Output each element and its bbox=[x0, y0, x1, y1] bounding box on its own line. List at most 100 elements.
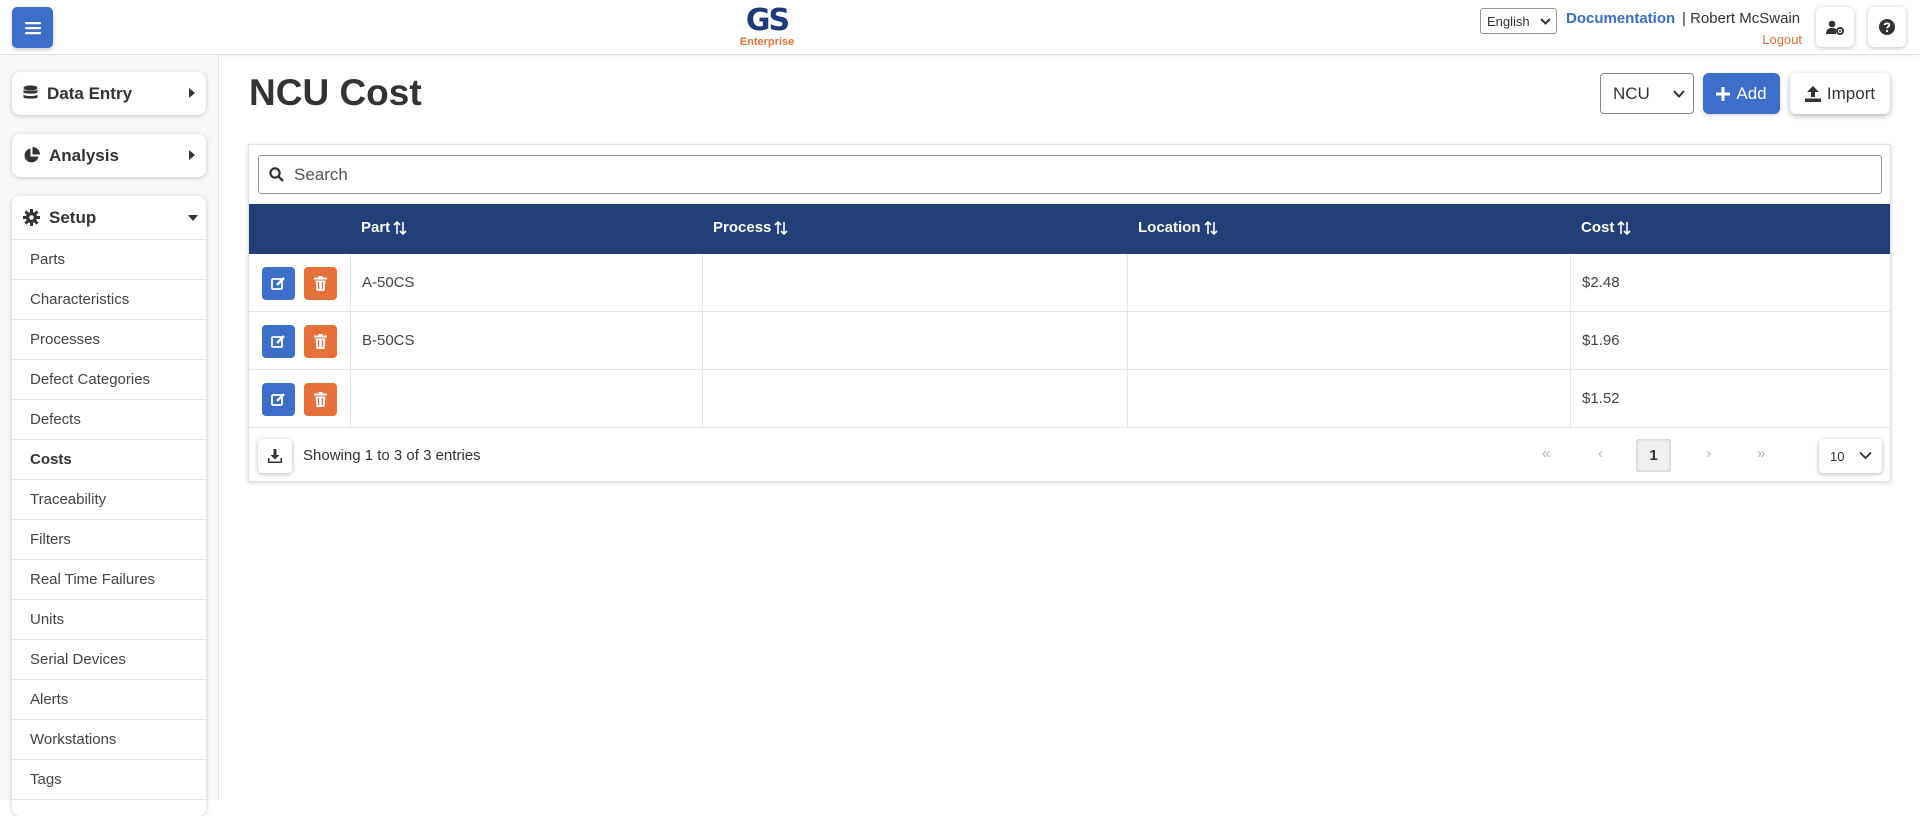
caret-right-icon bbox=[189, 150, 195, 160]
edit-icon bbox=[271, 393, 285, 406]
sidebar-item-processes[interactable]: Processes bbox=[12, 320, 206, 360]
sidebar-item-filters[interactable]: Filters bbox=[12, 520, 206, 560]
costs-table-card: Search Part Process Location Cost A-50CS bbox=[248, 144, 1891, 482]
sort-icon bbox=[1617, 220, 1631, 235]
edit-button[interactable] bbox=[262, 383, 295, 416]
user-info: | Robert McSwain bbox=[1682, 10, 1800, 27]
caret-down-icon bbox=[188, 215, 198, 221]
sidebar-item-alerts[interactable]: Alerts bbox=[12, 680, 206, 720]
edit-button[interactable] bbox=[262, 267, 295, 300]
sidebar-group-setup: Setup Parts Characteristics Processes De… bbox=[12, 196, 206, 816]
menu-toggle-button[interactable] bbox=[12, 7, 53, 48]
page-title: NCU Cost bbox=[249, 72, 422, 113]
sidebar-header-analysis[interactable]: Analysis bbox=[12, 134, 206, 177]
sidebar-item-units[interactable]: Units bbox=[12, 600, 206, 640]
import-button[interactable]: Import bbox=[1790, 73, 1890, 114]
entries-info: Showing 1 to 3 of 3 entries bbox=[303, 447, 481, 464]
help-button[interactable] bbox=[1868, 7, 1906, 47]
delete-button[interactable] bbox=[304, 383, 337, 416]
first-page-button[interactable]: « bbox=[1542, 445, 1550, 462]
table-row: B-50CS $1.96 bbox=[249, 312, 1890, 370]
edit-button[interactable] bbox=[262, 325, 295, 358]
sidebar-label-analysis: Analysis bbox=[49, 145, 119, 165]
user-gear-icon bbox=[1826, 20, 1844, 35]
type-select[interactable]: NCU bbox=[1600, 73, 1694, 114]
chevron-down-icon bbox=[1540, 18, 1551, 25]
user-name: Robert McSwain bbox=[1690, 10, 1801, 27]
sort-icon bbox=[1203, 220, 1218, 235]
type-select-value: NCU bbox=[1613, 83, 1650, 103]
language-select[interactable]: English bbox=[1480, 8, 1557, 34]
sidebar-item-traceability[interactable]: Traceability bbox=[12, 480, 206, 520]
sidebar-item-costs[interactable]: Costs bbox=[12, 440, 206, 480]
sidebar-header-data-entry[interactable]: Data Entry bbox=[12, 72, 206, 115]
upload-icon bbox=[1804, 85, 1821, 102]
sidebar-item-serial-devices[interactable]: Serial Devices bbox=[12, 640, 206, 680]
sidebar-item-characteristics[interactable]: Characteristics bbox=[12, 280, 206, 320]
current-page-button[interactable]: 1 bbox=[1636, 439, 1671, 472]
top-bar: GS Enterprise English Documentation | Ro… bbox=[0, 0, 1920, 55]
search-input[interactable]: Search bbox=[258, 155, 1882, 194]
chevron-down-icon bbox=[1673, 90, 1685, 98]
prev-page-button[interactable]: ‹ bbox=[1598, 445, 1603, 462]
sidebar-item-defect-categories[interactable]: Defect Categories bbox=[12, 360, 206, 400]
sidebar-label-data-entry: Data Entry bbox=[47, 83, 133, 103]
table-header: Part Process Location Cost bbox=[249, 204, 1890, 254]
last-page-button[interactable]: » bbox=[1757, 445, 1765, 462]
sidebar-item-parts[interactable]: Parts bbox=[12, 240, 206, 280]
language-value: English bbox=[1487, 13, 1530, 29]
sidebar: Data Entry Analysis Setup Parts Characte… bbox=[0, 55, 219, 816]
sidebar-label-setup: Setup bbox=[49, 207, 97, 227]
sidebar-item-workstations[interactable]: Workstations bbox=[12, 720, 206, 760]
page-size-select[interactable]: 10 bbox=[1819, 439, 1882, 473]
sort-icon bbox=[393, 220, 407, 235]
import-button-label: Import bbox=[1826, 83, 1876, 103]
edit-icon bbox=[271, 277, 285, 290]
column-label: Cost bbox=[1581, 219, 1615, 236]
sidebar-item-tags[interactable]: Tags bbox=[12, 760, 206, 800]
column-header-part[interactable]: Part bbox=[361, 219, 407, 236]
cell-cost: $1.52 bbox=[1582, 390, 1620, 407]
delete-button[interactable] bbox=[304, 325, 337, 358]
cell-part: A-50CS bbox=[362, 274, 415, 291]
caret-right-icon bbox=[189, 88, 195, 98]
sidebar-group-data-entry[interactable]: Data Entry bbox=[12, 72, 206, 115]
column-label: Part bbox=[361, 219, 391, 236]
sidebar-group-analysis[interactable]: Analysis bbox=[12, 134, 206, 177]
trash-icon bbox=[314, 334, 327, 349]
pie-chart-icon bbox=[23, 147, 40, 164]
setup-menu-list: Parts Characteristics Processes Defect C… bbox=[12, 239, 206, 800]
gear-icon bbox=[23, 209, 40, 226]
sort-icon bbox=[774, 220, 788, 235]
plus-icon bbox=[1716, 86, 1731, 101]
column-header-cost[interactable]: Cost bbox=[1581, 219, 1631, 236]
logo-main-text: GS bbox=[745, 3, 790, 38]
sidebar-item-real-time-failures[interactable]: Real Time Failures bbox=[12, 560, 206, 600]
column-header-location[interactable]: Location bbox=[1138, 219, 1218, 236]
gs-logo[interactable]: GS Enterprise bbox=[730, 3, 804, 48]
cell-cost: $1.96 bbox=[1582, 332, 1620, 349]
add-button-label: Add bbox=[1736, 83, 1767, 103]
column-header-process[interactable]: Process bbox=[713, 219, 788, 236]
trash-icon bbox=[314, 392, 327, 407]
edit-icon bbox=[271, 335, 285, 348]
chevron-down-icon bbox=[1859, 451, 1872, 460]
documentation-link[interactable]: Documentation bbox=[1566, 10, 1675, 27]
download-button[interactable] bbox=[258, 439, 292, 473]
cell-part: B-50CS bbox=[362, 332, 415, 349]
database-icon bbox=[23, 85, 38, 102]
table-row: A-50CS $2.48 bbox=[249, 254, 1890, 312]
search-placeholder: Search bbox=[294, 164, 348, 184]
column-label: Process bbox=[713, 219, 772, 236]
add-button[interactable]: Add bbox=[1703, 73, 1780, 114]
column-label: Location bbox=[1138, 219, 1201, 236]
delete-button[interactable] bbox=[304, 267, 337, 300]
user-settings-button[interactable] bbox=[1816, 7, 1854, 47]
table-row: $1.52 bbox=[249, 370, 1890, 428]
sidebar-item-defects[interactable]: Defects bbox=[12, 400, 206, 440]
hamburger-icon bbox=[24, 21, 41, 34]
logo-sub-text: Enterprise bbox=[739, 36, 795, 48]
logout-link[interactable]: Logout bbox=[1762, 32, 1802, 47]
next-page-button[interactable]: › bbox=[1706, 445, 1711, 462]
sidebar-header-setup[interactable]: Setup bbox=[12, 196, 206, 239]
